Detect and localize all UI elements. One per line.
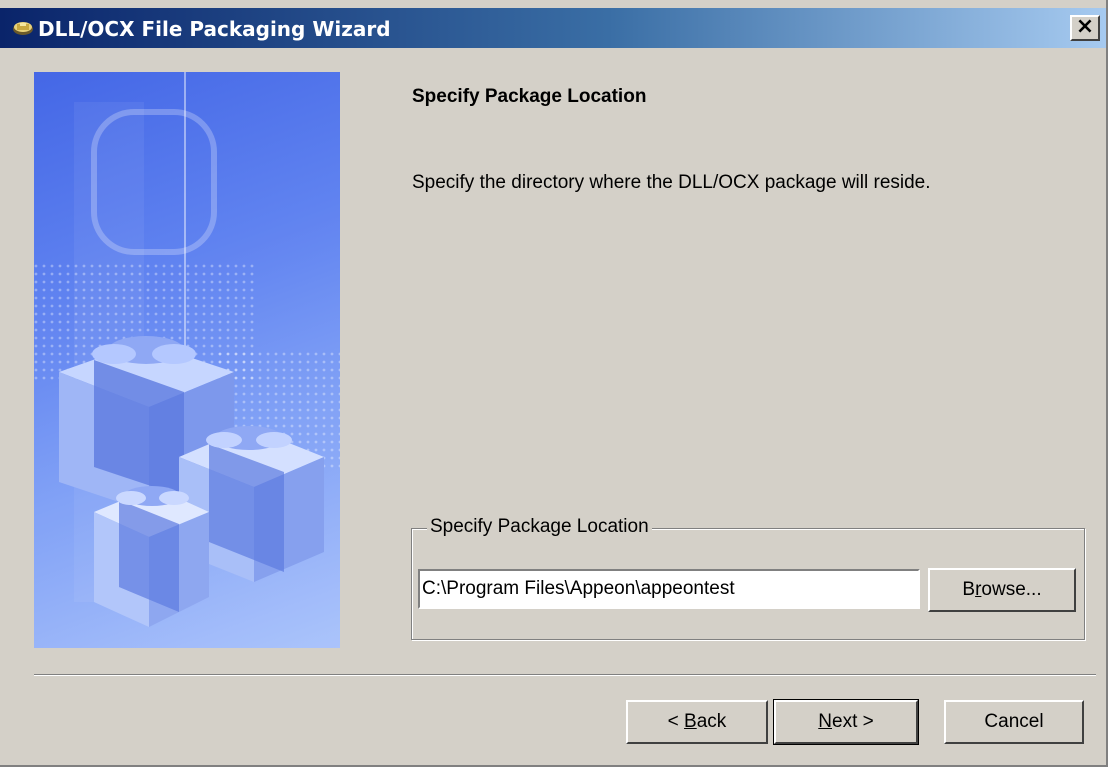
next-button[interactable]: Next >	[773, 699, 919, 745]
back-button[interactable]: < Back	[626, 700, 768, 744]
back-label: < Back	[667, 711, 727, 732]
group-label: Specify Package Location	[427, 516, 652, 538]
gift-boxes-illustration	[34, 72, 340, 627]
package-icon	[12, 20, 34, 36]
title-bar[interactable]: DLL/OCX File Packaging Wizard ×	[0, 8, 1106, 48]
browse-label: Browse...	[962, 579, 1042, 600]
package-path-input[interactable]	[418, 569, 920, 609]
page-title: Specify Package Location	[412, 86, 647, 107]
browse-button[interactable]: Browse...	[928, 568, 1076, 612]
close-icon: ×	[1075, 14, 1095, 39]
page-description: Specify the directory where the DLL/OCX …	[412, 172, 931, 193]
next-label: Next >	[818, 711, 874, 732]
cancel-label: Cancel	[984, 711, 1044, 732]
cancel-button[interactable]: Cancel	[944, 700, 1084, 744]
close-button[interactable]: ×	[1070, 14, 1100, 41]
window-title: DLL/OCX File Packaging Wizard	[38, 17, 391, 41]
footer-separator	[34, 674, 1096, 676]
wizard-window: DLL/OCX File Packaging Wizard × Specify …	[0, 0, 1108, 767]
wizard-side-image	[34, 72, 340, 648]
